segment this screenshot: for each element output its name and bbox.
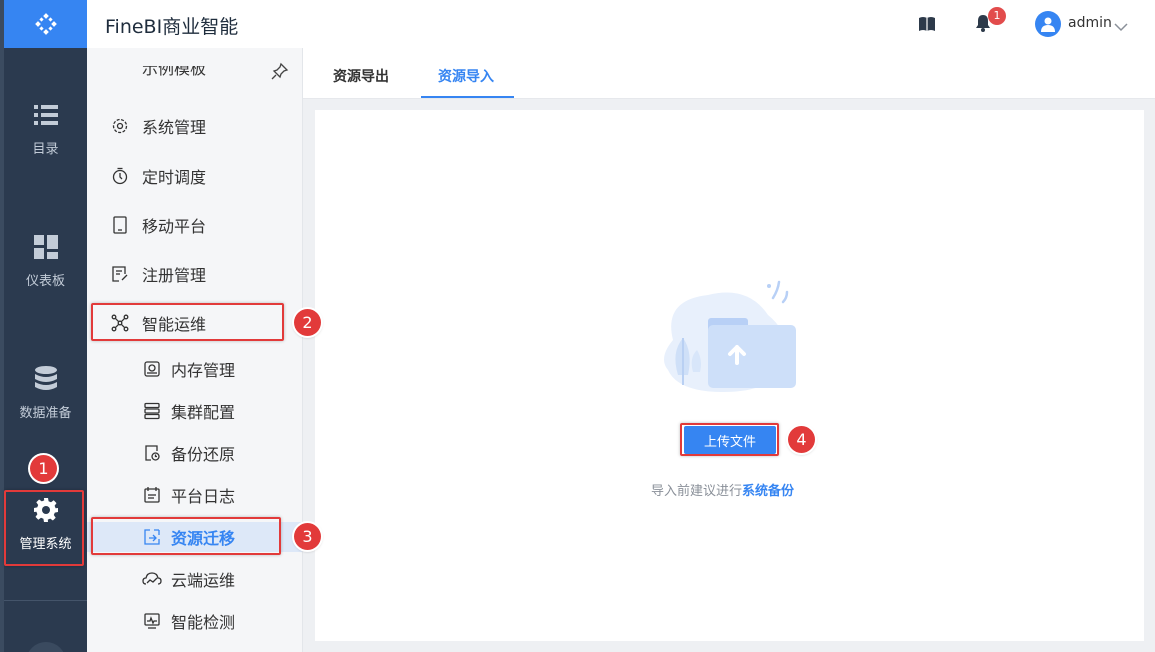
annotation-box-4 [680,423,779,456]
chevron-down-icon[interactable] [1114,17,1128,36]
tablet-icon [110,215,130,235]
list-icon [33,102,59,128]
backup-icon [142,443,162,463]
sidebar-sub-detect[interactable]: 智能检测 [87,606,302,636]
system-backup-link[interactable]: 系统备份 [742,484,794,499]
annotation-box-1 [4,490,84,566]
annotation-badge-2: 2 [294,309,321,336]
avatar[interactable] [1035,11,1061,37]
backup-hint: 导入前建议进行系统备份 [651,480,794,499]
sidebar-sub-label: 智能检测 [171,613,236,632]
rail-item-label: 目录 [32,142,59,157]
tab-export[interactable]: 资源导出 [333,66,389,86]
sidebar-sub-label: 平台日志 [171,487,236,506]
username[interactable]: admin [1068,15,1112,31]
gear-outline-icon [110,116,130,136]
app-logo[interactable] [4,0,87,48]
tab-bar: 资源导出 资源导入 [303,48,1155,99]
sidebar-sub-cluster[interactable]: 集群配置 [87,396,302,426]
sidebar-item-label: 移动平台 [142,217,207,236]
sidebar-sub-backup[interactable]: 备份还原 [87,438,302,468]
timer-icon [110,166,130,186]
sidebar-item-label: 注册管理 [142,266,207,285]
pin-icon[interactable] [271,62,289,84]
rail-item-label: 仪表板 [25,274,65,289]
rail-item-catalog[interactable]: 目录 [4,102,87,157]
sidebar-sub-label: 云端运维 [171,571,236,590]
app-title: FineBI商业智能 [105,16,239,38]
secondary-sidebar: 示例模板 系统管理 定时调度 移动平台 注册管理 智能运维 内存管理 集群配置 … [87,48,302,652]
dashboard-icon [33,234,59,260]
annotation-badge-1: 1 [30,455,57,482]
sidebar-item-cut[interactable]: 示例模板 [142,66,206,80]
notification-badge: 1 [988,7,1006,25]
sidebar-sub-logs[interactable]: 平台日志 [87,480,302,510]
annotation-badge-4: 4 [788,426,815,453]
active-tab-indicator [421,96,514,98]
annotation-box-3 [91,517,281,555]
annotation-badge-3: 3 [294,523,321,550]
rail-item-data-prep[interactable]: 数据准备 [4,366,87,421]
sidebar-item-schedule[interactable]: 定时调度 [87,161,302,191]
hint-text: 导入前建议进行 [651,484,743,499]
log-icon [142,485,162,505]
upload-illustration [653,280,803,399]
user-icon [1041,17,1055,32]
sidebar-sub-label: 内存管理 [171,361,236,380]
app-root: 目录 仪表板 数据准备 管理系统 FineBI商业智能 1 admin 示例模板… [0,0,1155,652]
sidebar-sub-cloud[interactable]: 云端运维 [87,564,302,594]
cluster-icon [142,401,162,421]
logo-icon [34,13,57,35]
annotation-box-2 [91,303,284,341]
sidebar-item-label: 系统管理 [142,118,207,137]
rail-item-dashboard[interactable]: 仪表板 [4,234,87,289]
memory-icon [142,359,162,379]
tab-import[interactable]: 资源导入 [438,66,494,86]
sidebar-item-mobile[interactable]: 移动平台 [87,210,302,240]
sidebar-item-system[interactable]: 系统管理 [87,111,302,141]
sidebar-item-label: 定时调度 [142,168,207,187]
top-header: FineBI商业智能 1 admin [87,0,1155,48]
rail-separator [4,600,87,601]
sidebar-item-register[interactable]: 注册管理 [87,259,302,289]
monitor-icon [142,611,162,631]
database-icon [33,366,59,392]
register-icon [110,264,130,284]
sidebar-sub-memory[interactable]: 内存管理 [87,354,302,384]
help-book-icon[interactable] [918,16,936,36]
sidebar-sub-label: 集群配置 [171,403,236,422]
rail-item-label: 数据准备 [19,406,72,421]
sidebar-sub-label: 备份还原 [171,445,236,464]
cloud-icon [142,569,162,589]
